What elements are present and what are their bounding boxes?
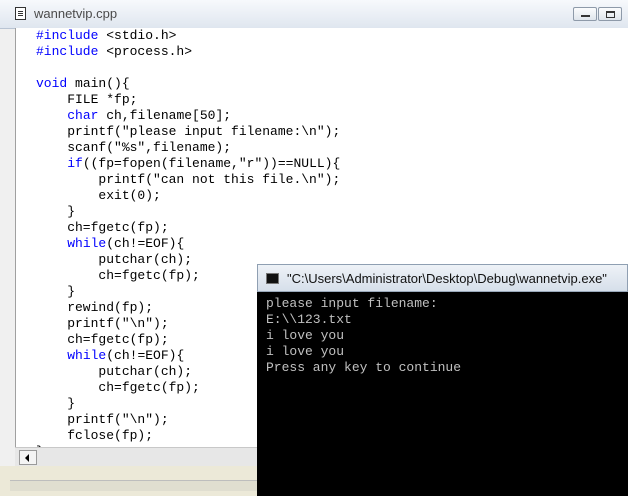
code-token: (ch!=EOF){ xyxy=(106,348,185,363)
code-token: <stdio.h> xyxy=(98,28,177,43)
console-window[interactable]: "C:\Users\Administrator\Desktop\Debug\wa… xyxy=(257,264,628,496)
code-line: void main(){ xyxy=(36,76,340,92)
code-token: main(){ xyxy=(67,76,130,91)
console-line: E:\\123.txt xyxy=(266,312,352,327)
code-token: scanf("%s",filename); xyxy=(36,140,232,155)
maximize-button[interactable] xyxy=(598,7,622,21)
code-line: #include <process.h> xyxy=(36,44,340,60)
minimize-button[interactable] xyxy=(573,7,597,21)
code-token: ch,filename[50]; xyxy=(98,108,232,123)
console-line: i love you xyxy=(266,344,345,359)
console-line: please input filename: xyxy=(266,296,438,311)
code-line: while(ch!=EOF){ xyxy=(36,236,340,252)
code-line: if((fp=fopen(filename,"r"))==NULL){ xyxy=(36,156,340,172)
code-token: (ch!=EOF){ xyxy=(106,236,185,251)
code-line: printf("can not this file.\n"); xyxy=(36,172,340,188)
code-keyword: void xyxy=(36,76,68,91)
code-line: scanf("%s",filename); xyxy=(36,140,340,156)
code-line: FILE *fp; xyxy=(36,92,340,108)
code-token: fclose(fp); xyxy=(36,428,154,443)
code-token: } xyxy=(36,204,76,219)
code-line: } xyxy=(36,204,340,220)
code-token: ch=fgetc(fp); xyxy=(36,268,200,283)
code-keyword: #include xyxy=(36,44,99,59)
code-keyword: while xyxy=(67,236,107,251)
code-token: exit(0); xyxy=(36,188,161,203)
code-token: ch=fgetc(fp); xyxy=(36,332,169,347)
code-token: printf("can not this file.\n"); xyxy=(36,172,341,187)
code-token: } xyxy=(36,284,76,299)
editor-title: wannetvip.cpp xyxy=(34,6,118,21)
code-keyword: while xyxy=(67,348,107,363)
document-icon xyxy=(15,7,26,20)
console-app-icon xyxy=(266,273,279,284)
code-keyword: char xyxy=(67,108,99,123)
console-title-bar[interactable]: "C:\Users\Administrator\Desktop\Debug\wa… xyxy=(257,264,628,292)
scroll-left-arrow-icon[interactable] xyxy=(19,450,37,465)
code-token: ch=fgetc(fp); xyxy=(36,380,200,395)
editor-title-bar[interactable]: wannetvip.cpp xyxy=(0,0,628,29)
code-keyword: #include xyxy=(36,28,99,43)
code-token: rewind(fp); xyxy=(36,300,154,315)
code-token: printf("\n"); xyxy=(36,412,169,427)
code-token: FILE *fp; xyxy=(36,92,138,107)
console-line: Press any key to continue xyxy=(266,360,462,375)
code-line: exit(0); xyxy=(36,188,340,204)
code-token: <process.h> xyxy=(98,44,193,59)
code-token: ch=fgetc(fp); xyxy=(36,220,169,235)
code-token: printf("please input filename:\n"); xyxy=(36,124,341,139)
console-output: please input filename: E:\\123.txt i love … xyxy=(266,296,461,376)
code-token: ((fp=fopen(filename,"r"))==NULL){ xyxy=(82,156,341,171)
code-line: printf("please input filename:\n"); xyxy=(36,124,340,140)
code-line: #include <stdio.h> xyxy=(36,28,340,44)
code-token: } xyxy=(36,396,76,411)
code-token: printf("\n"); xyxy=(36,316,169,331)
code-token: putchar(ch); xyxy=(36,364,193,379)
code-keyword: if xyxy=(67,156,83,171)
console-title: "C:\Users\Administrator\Desktop\Debug\wa… xyxy=(287,271,607,286)
code-token: putchar(ch); xyxy=(36,252,193,267)
console-line: i love you xyxy=(266,328,345,343)
code-line: ch=fgetc(fp); xyxy=(36,220,340,236)
code-line: char ch,filename[50]; xyxy=(36,108,340,124)
